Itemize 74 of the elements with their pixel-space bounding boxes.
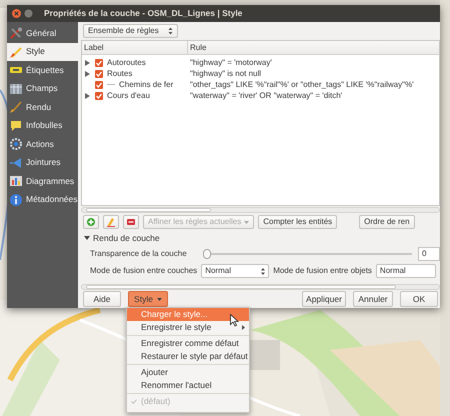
field-label: Mode de fusion entre couches <box>90 265 198 278</box>
checkbox[interactable] <box>95 58 103 66</box>
remove-rule-button[interactable] <box>123 215 139 230</box>
gear-icon <box>10 138 22 150</box>
checkbox[interactable] <box>95 92 103 100</box>
line-symbol-icon <box>107 83 115 86</box>
rule-expression: "waterway" = 'river' OR "waterway" = 'ditch' <box>189 90 342 102</box>
speech-bubble-icon <box>10 120 22 132</box>
table-icon <box>10 82 22 95</box>
transparency-slider[interactable] <box>202 249 412 260</box>
collapse-arrow-icon <box>84 236 90 241</box>
rule-label: Chemins de fer <box>119 78 174 90</box>
menu-item[interactable]: Enregistrer comme défaut <box>127 337 249 350</box>
dialog-button[interactable]: Appliquer <box>302 291 346 308</box>
remove-icon <box>127 219 135 226</box>
column-header[interactable]: Label <box>82 41 188 54</box>
spinner-arrows-icon <box>168 27 173 35</box>
sidebar-item[interactable]: Diagrammes <box>7 172 78 190</box>
rule-expression: "other_tags" LIKE '%"rail"%' or "other_tags" LIKE '%"railway"%' <box>189 78 414 90</box>
sidebar-item[interactable]: Actions <box>7 135 78 154</box>
check-icon <box>131 399 137 404</box>
menu-item[interactable]: Ajouter <box>127 366 249 379</box>
info-icon <box>10 194 22 206</box>
spinner-arrows-icon <box>261 268 266 275</box>
menu-item[interactable]: Restaurer le style par défaut <box>127 350 249 363</box>
sidebar-item[interactable]: Général <box>7 24 78 42</box>
expand-arrow-icon[interactable] <box>85 92 90 98</box>
blend-mode-dropdown[interactable]: Normal <box>201 264 270 278</box>
renderer-dropdown[interactable]: Ensemble de règles <box>83 24 178 38</box>
rendering-order-button[interactable]: Ordre de ren <box>359 215 415 230</box>
rule-expression: "highway" is not null <box>189 68 262 80</box>
minimize-icon[interactable] <box>24 9 33 18</box>
menu-item[interactable]: Enregistrer le style <box>127 321 249 334</box>
chart-icon <box>10 175 22 188</box>
sidebar-item[interactable]: Étiquettes <box>7 61 78 80</box>
sidebar-item[interactable]: Champs <box>7 80 78 98</box>
column-header[interactable]: Rule <box>188 41 439 54</box>
rule-label: Routes <box>107 68 132 80</box>
sidebar-item[interactable]: Rendu <box>7 98 78 116</box>
dialog-button[interactable]: Aide <box>83 291 121 308</box>
add-rule-button[interactable] <box>83 215 99 230</box>
transparency-spinbox[interactable]: 0 <box>418 247 440 262</box>
horizontal-scrollbar[interactable] <box>81 284 440 290</box>
dialog-button[interactable]: OK <box>400 291 438 308</box>
tools-icon <box>10 27 22 40</box>
add-icon <box>87 218 95 226</box>
section-toggle[interactable]: Rendu de couche <box>81 230 440 246</box>
rule-expression: "highway" = 'motorway' <box>189 56 272 68</box>
pencil-icon <box>107 218 115 227</box>
close-icon[interactable] <box>12 9 21 18</box>
sidebar-item[interactable]: Style <box>7 42 78 61</box>
blend-mode-dropdown[interactable]: Normal <box>376 264 436 278</box>
caret-icon <box>244 220 250 224</box>
sidebar-item[interactable]: Infobulles <box>7 116 78 135</box>
brush-icon <box>10 101 22 114</box>
mouse-cursor-icon <box>230 314 239 327</box>
submenu-arrow-icon <box>242 325 245 330</box>
rule-label: Autoroutes <box>107 56 146 68</box>
field-label: Mode de fusion entre objets <box>273 265 372 278</box>
arrow-icon <box>10 156 22 169</box>
rule-label: Cours d'eau <box>107 90 150 102</box>
count-features-button[interactable]: Compter les entités <box>258 215 338 230</box>
field-label: Transparence de la couche <box>90 248 187 260</box>
horizontal-scrollbar[interactable] <box>81 207 440 213</box>
brush-icon <box>10 46 22 58</box>
menu-item[interactable]: Renommer l'actuel <box>127 379 249 392</box>
style-menu-button[interactable]: Style <box>128 291 168 308</box>
sidebar-item[interactable]: Métadonnées <box>7 190 78 209</box>
checkbox[interactable] <box>95 70 103 78</box>
checkbox[interactable] <box>95 80 103 88</box>
sidebar-item[interactable]: Jointures <box>7 154 78 172</box>
window-title: Propriétés de la couche - OSM_DL_Lignes | Style <box>44 7 242 20</box>
dialog-button[interactable]: Annuler <box>353 291 393 308</box>
edit-rule-button[interactable] <box>103 215 119 230</box>
